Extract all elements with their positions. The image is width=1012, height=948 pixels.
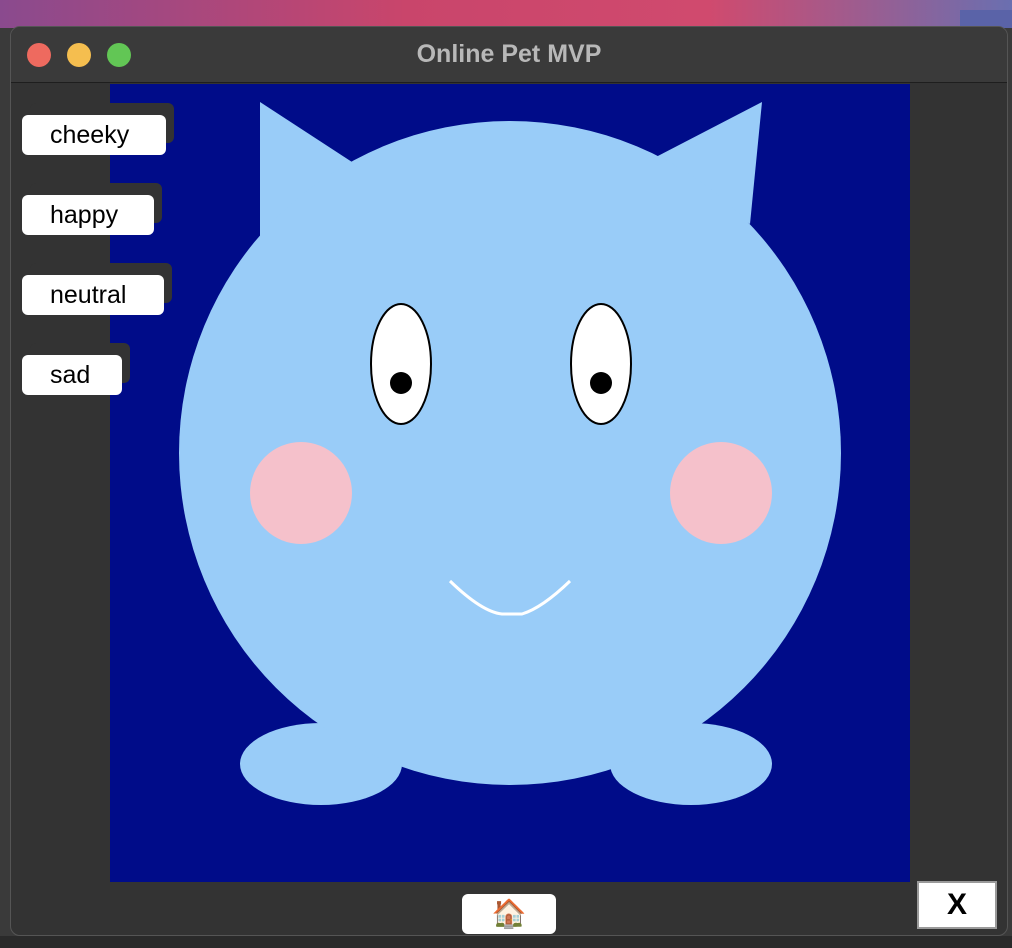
- mood-button-cheeky[interactable]: cheeky: [22, 115, 166, 155]
- close-button[interactable]: X: [917, 881, 997, 929]
- mood-button-happy[interactable]: happy: [22, 195, 154, 235]
- pet-left-pupil: [390, 372, 412, 394]
- home-button[interactable]: 🏠: [462, 894, 556, 934]
- pet-right-pupil: [590, 372, 612, 394]
- pet-left-eye: [370, 303, 432, 425]
- title-bar[interactable]: Online Pet MVP: [11, 27, 1007, 83]
- desktop-background: [0, 0, 1012, 28]
- pet-drawing: [179, 102, 841, 805]
- pet-canvas: [110, 84, 910, 882]
- pet-left-cheek: [250, 442, 352, 544]
- desktop-background-bottom: [0, 936, 1012, 948]
- app-window: Online Pet MVP cheeky happy neutral sad …: [10, 26, 1008, 936]
- pet-right-cheek: [670, 442, 772, 544]
- pet-right-eye: [570, 303, 632, 425]
- window-title: Online Pet MVP: [416, 40, 602, 68]
- mood-button-neutral[interactable]: neutral: [22, 275, 164, 315]
- mood-button-sad[interactable]: sad: [22, 355, 122, 395]
- home-icon: 🏠: [491, 898, 527, 929]
